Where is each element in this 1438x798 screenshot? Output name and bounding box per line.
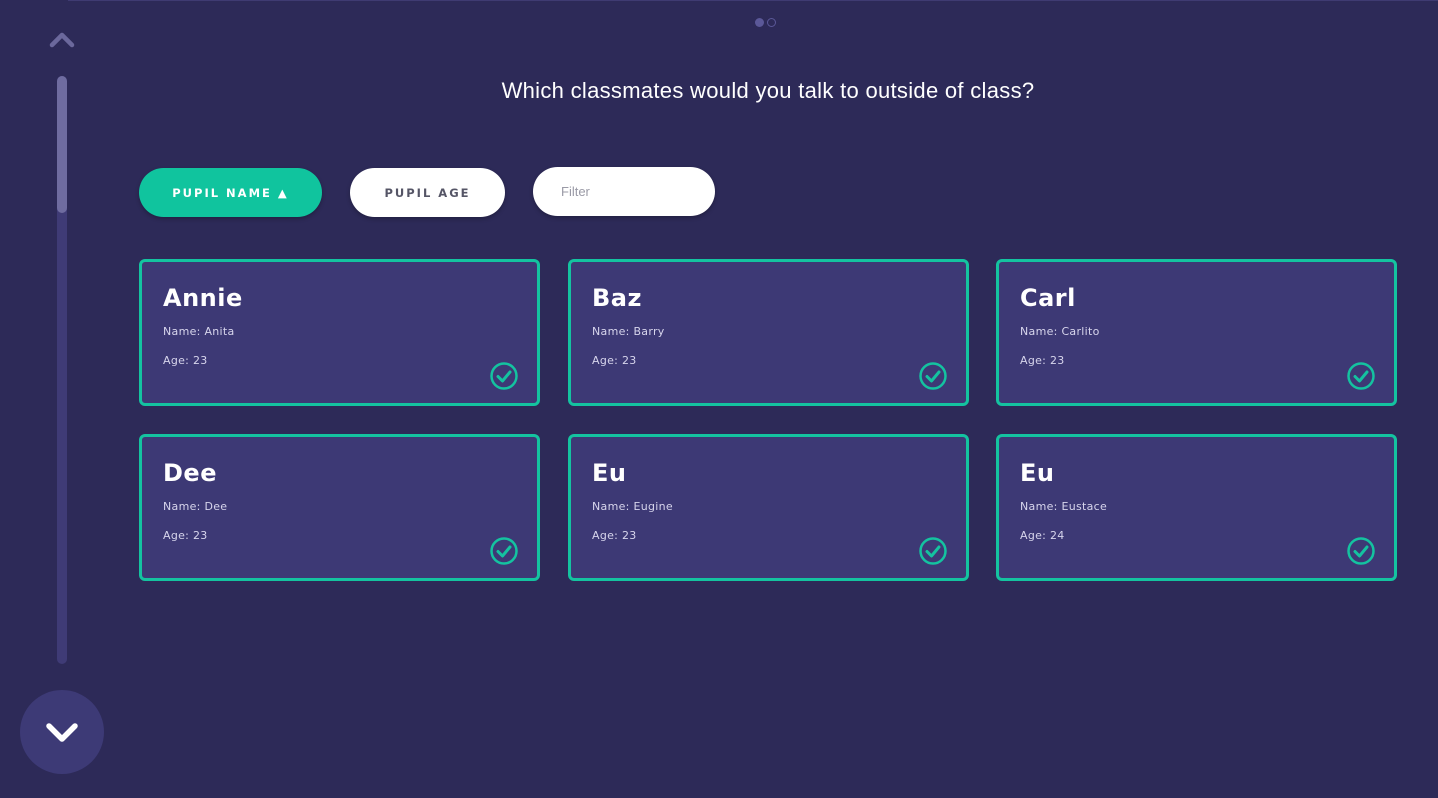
card-nickname: Carl	[1020, 284, 1076, 312]
check-circle-icon	[1347, 537, 1375, 565]
pupil-card[interactable]: Annie Name: Anita Age: 23	[139, 259, 540, 406]
pupil-card[interactable]: Eu Name: Eugine Age: 23	[568, 434, 969, 581]
card-nickname: Eu	[1020, 459, 1055, 487]
pupil-card[interactable]: Dee Name: Dee Age: 23	[139, 434, 540, 581]
check-circle-icon	[919, 362, 947, 390]
card-nickname: Annie	[163, 284, 243, 312]
chevron-down-icon	[46, 723, 78, 742]
pupil-card[interactable]: Baz Name: Barry Age: 23	[568, 259, 969, 406]
card-nickname: Eu	[592, 459, 627, 487]
sort-by-age-button[interactable]: PUPIL AGE	[350, 168, 505, 217]
chevron-up-icon	[49, 32, 75, 48]
card-age: Age: 23	[163, 354, 208, 367]
card-nickname: Dee	[163, 459, 217, 487]
check-circle-icon	[919, 537, 947, 565]
question-container: Which classmates would you talk to outsi…	[0, 78, 1438, 104]
pupil-card[interactable]: Carl Name: Carlito Age: 23	[996, 259, 1397, 406]
page-dot-2[interactable]	[767, 18, 776, 27]
scrollbar-track[interactable]	[57, 76, 67, 664]
pupil-card[interactable]: Eu Name: Eustace Age: 24	[996, 434, 1397, 581]
card-nickname: Baz	[592, 284, 642, 312]
card-age: Age: 24	[1020, 529, 1065, 542]
card-name: Name: Carlito	[1020, 325, 1100, 338]
page-indicator	[755, 18, 776, 27]
check-circle-icon	[490, 362, 518, 390]
card-name: Name: Dee	[163, 500, 228, 513]
scroll-down-button[interactable]	[20, 690, 104, 774]
check-circle-icon	[1347, 362, 1375, 390]
sort-by-name-button[interactable]: PUPIL NAME ▲	[139, 168, 322, 217]
card-age: Age: 23	[1020, 354, 1065, 367]
card-age: Age: 23	[163, 529, 208, 542]
card-age: Age: 23	[592, 529, 637, 542]
card-name: Name: Eugine	[592, 500, 673, 513]
card-age: Age: 23	[592, 354, 637, 367]
scroll-up-button[interactable]	[46, 26, 78, 52]
card-name: Name: Barry	[592, 325, 665, 338]
check-circle-icon	[490, 537, 518, 565]
filter-input[interactable]	[533, 167, 715, 216]
page-dot-1[interactable]	[755, 18, 764, 27]
top-divider	[68, 0, 1438, 1]
card-name: Name: Eustace	[1020, 500, 1108, 513]
card-name: Name: Anita	[163, 325, 235, 338]
question-title: Which classmates would you talk to outsi…	[501, 78, 1035, 103]
